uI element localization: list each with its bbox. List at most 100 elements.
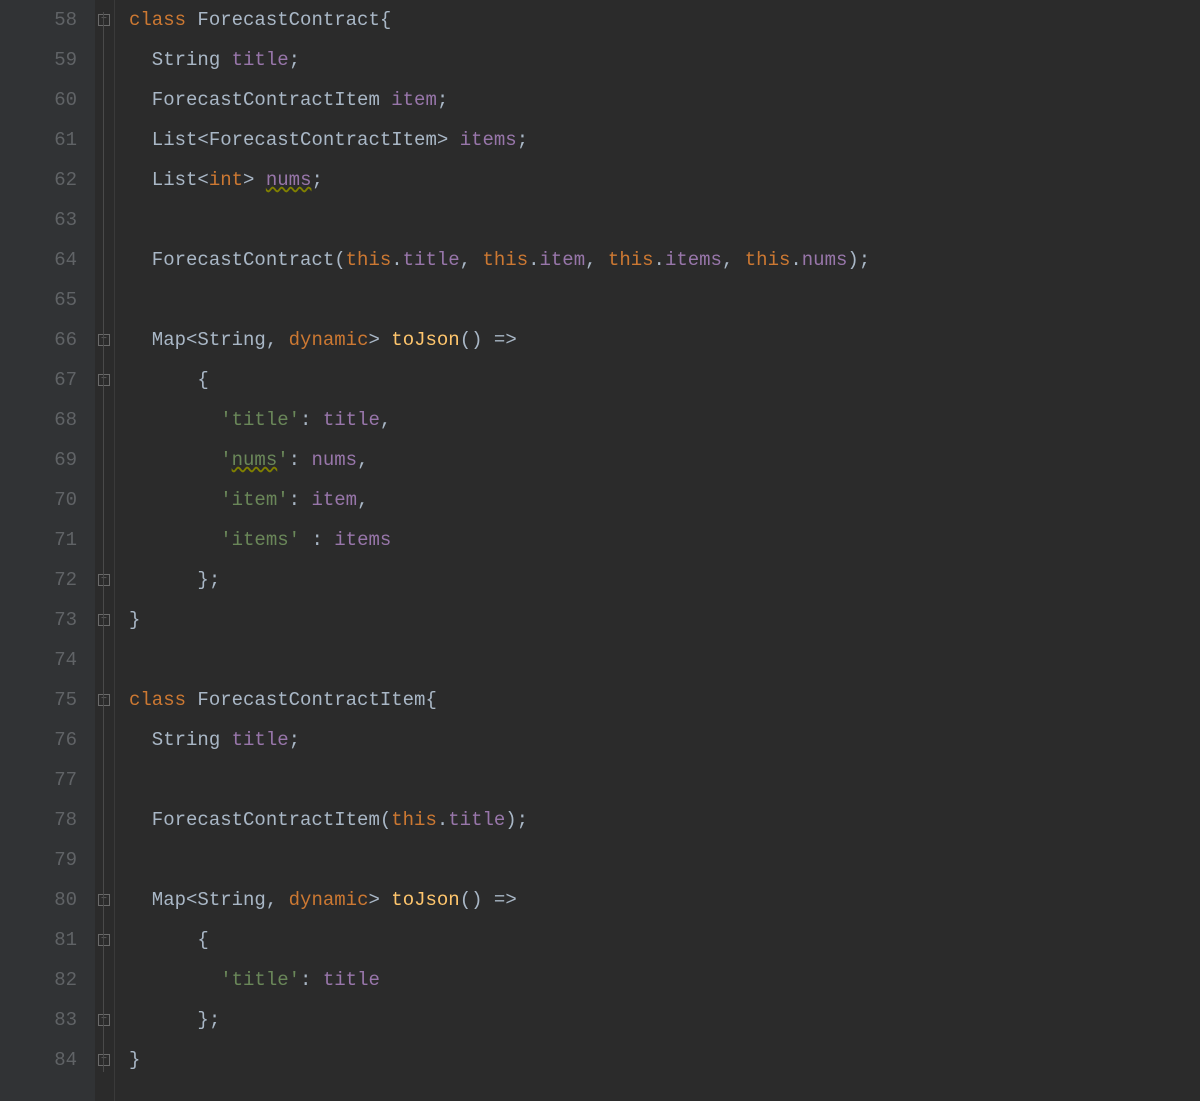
code-line[interactable]: 'item': item, <box>129 480 1200 520</box>
code-token: nums <box>802 249 848 271</box>
fold-open-icon[interactable]: − <box>98 14 110 26</box>
code-token: . <box>437 809 448 831</box>
fold-open-icon[interactable]: − <box>98 934 110 946</box>
fold-open-icon[interactable]: − <box>98 894 110 906</box>
fold-close-icon[interactable]: − <box>98 1014 110 1026</box>
code-token: dynamic <box>289 889 369 911</box>
code-token: < <box>197 129 208 151</box>
line-number: 59 <box>0 40 77 80</box>
code-line[interactable]: 'nums': nums, <box>129 440 1200 480</box>
code-token: Map <box>129 889 186 911</box>
code-line[interactable] <box>129 640 1200 680</box>
code-token: int <box>209 169 243 191</box>
code-line[interactable]: Map<String, dynamic> toJson() => <box>129 320 1200 360</box>
code-line[interactable]: }; <box>129 1000 1200 1040</box>
code-token: ; <box>289 49 300 71</box>
code-token: ForecastContractItem <box>197 689 425 711</box>
code-token: : <box>300 409 323 431</box>
code-token: : <box>289 449 312 471</box>
line-number: 60 <box>0 80 77 120</box>
code-token: , <box>585 249 608 271</box>
line-number: 82 <box>0 960 77 1000</box>
code-line[interactable]: ForecastContract(this.title, this.item, … <box>129 240 1200 280</box>
code-line[interactable] <box>129 280 1200 320</box>
line-number: 74 <box>0 640 77 680</box>
fold-column[interactable]: − − − − − − − − − − <box>95 0 115 1101</box>
code-token: ; <box>289 729 300 751</box>
line-number: 79 <box>0 840 77 880</box>
code-token: nums <box>266 169 312 191</box>
code-token: : <box>289 489 312 511</box>
code-token: item <box>540 249 586 271</box>
code-token: . <box>654 249 665 271</box>
code-line[interactable]: { <box>129 920 1200 960</box>
fold-close-icon[interactable]: − <box>98 574 110 586</box>
code-line[interactable]: class ForecastContract{ <box>129 0 1200 40</box>
code-token: }; <box>129 569 220 591</box>
code-token: 'items' <box>220 529 300 551</box>
line-number: 78 <box>0 800 77 840</box>
code-token: } <box>129 1049 140 1071</box>
code-line[interactable]: 'title': title, <box>129 400 1200 440</box>
code-line[interactable]: List<int> nums; <box>129 160 1200 200</box>
code-line[interactable]: 'items' : items <box>129 520 1200 560</box>
code-token: ( <box>334 249 345 271</box>
code-token: Map <box>129 329 186 351</box>
code-token: : <box>300 969 323 991</box>
code-token: , <box>266 329 289 351</box>
line-number: 75 <box>0 680 77 720</box>
code-line[interactable]: ForecastContractItem item; <box>129 80 1200 120</box>
code-token: 'title' <box>220 409 300 431</box>
code-line[interactable]: { <box>129 360 1200 400</box>
code-line[interactable] <box>129 840 1200 880</box>
code-token: { <box>129 369 209 391</box>
code-token: item <box>311 489 357 511</box>
code-token: () => <box>460 329 517 351</box>
line-number: 83 <box>0 1000 77 1040</box>
code-line[interactable]: }; <box>129 560 1200 600</box>
fold-open-icon[interactable]: − <box>98 694 110 706</box>
code-line[interactable]: } <box>129 1040 1200 1080</box>
fold-open-icon[interactable]: − <box>98 374 110 386</box>
code-token: items <box>665 249 722 271</box>
code-token: > <box>437 129 460 151</box>
code-token: String <box>129 729 232 751</box>
code-token: this <box>745 249 791 271</box>
fold-guide-line <box>103 12 104 1072</box>
code-line[interactable]: List<ForecastContractItem> items; <box>129 120 1200 160</box>
code-token: ' <box>220 449 231 471</box>
code-token: this <box>391 809 437 831</box>
code-token: ForecastContractItem <box>129 89 391 111</box>
line-number: 58 <box>0 0 77 40</box>
line-number: 67 <box>0 360 77 400</box>
fold-close-icon[interactable]: − <box>98 1054 110 1066</box>
code-line[interactable] <box>129 200 1200 240</box>
code-token: }; <box>129 1009 220 1031</box>
line-number: 66 <box>0 320 77 360</box>
code-token: ); <box>847 249 870 271</box>
code-token: , <box>266 889 289 911</box>
code-token <box>129 489 220 511</box>
code-token: this <box>482 249 528 271</box>
code-line[interactable]: } <box>129 600 1200 640</box>
code-token: String <box>197 329 265 351</box>
fold-open-icon[interactable]: − <box>98 334 110 346</box>
code-line[interactable]: class ForecastContractItem{ <box>129 680 1200 720</box>
code-line[interactable]: String title; <box>129 40 1200 80</box>
code-line[interactable]: Map<String, dynamic> toJson() => <box>129 880 1200 920</box>
code-token: nums <box>232 449 278 471</box>
code-token: ForecastContract <box>197 9 379 31</box>
code-line[interactable]: String title; <box>129 720 1200 760</box>
code-token: 'title' <box>220 969 300 991</box>
code-line[interactable] <box>129 760 1200 800</box>
line-number-gutter: 5859606162636465666768697071727374757677… <box>0 0 95 1101</box>
code-line[interactable]: ForecastContractItem(this.title); <box>129 800 1200 840</box>
code-area[interactable]: class ForecastContract{ String title; Fo… <box>115 0 1200 1101</box>
fold-close-icon[interactable]: − <box>98 614 110 626</box>
line-number: 68 <box>0 400 77 440</box>
code-line[interactable]: 'title': title <box>129 960 1200 1000</box>
code-token: > <box>243 169 266 191</box>
line-number: 61 <box>0 120 77 160</box>
code-editor[interactable]: 5859606162636465666768697071727374757677… <box>0 0 1200 1101</box>
code-token: ' <box>277 449 288 471</box>
